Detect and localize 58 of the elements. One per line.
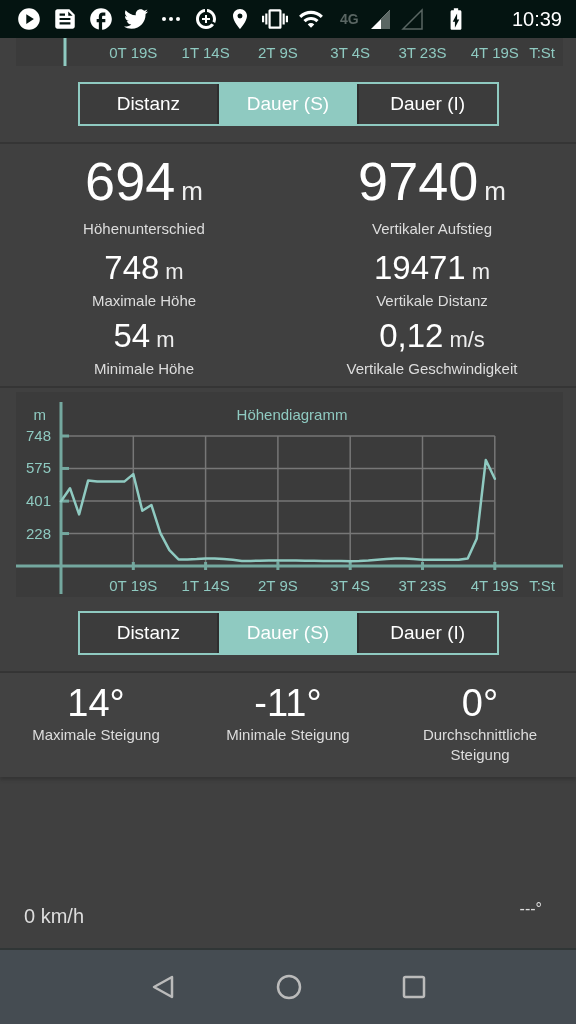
slope-value: -11° <box>254 681 322 725</box>
tab[interactable]: Distanz <box>79 613 220 653</box>
play-icon <box>16 6 42 32</box>
slope-label: Maximale Steigung <box>31 725 161 745</box>
x-tick-label: 3T 23S <box>398 44 447 61</box>
x-tick-label: 2T 9S <box>258 44 298 61</box>
y-tick-label: 575 <box>25 459 51 477</box>
data-saver-icon <box>194 7 218 31</box>
stat-value: 748 m <box>104 248 184 288</box>
clock: 10:39 <box>511 7 562 31</box>
stat-label: Maximale Höhe <box>91 292 197 310</box>
slope-value: 14° <box>67 681 125 725</box>
x-tick-label: 0T 19S <box>109 577 158 594</box>
stat-value: 9740 m <box>358 152 506 213</box>
signal-icon <box>400 8 423 30</box>
x-tick-label: 0T 19S <box>109 44 158 61</box>
axis-line <box>63 38 67 66</box>
home-icon[interactable] <box>276 974 302 1000</box>
message-icon <box>52 6 78 32</box>
stat-label: Vertikale Distanz <box>376 292 488 310</box>
network-type: 4G <box>340 11 359 27</box>
facebook-icon <box>88 6 114 32</box>
twitter-icon <box>124 7 148 31</box>
stat-value: 694 m <box>85 152 203 213</box>
y-tick-label: 228 <box>25 524 51 542</box>
stat-label: Vertikaler Aufstieg <box>371 220 493 238</box>
tab[interactable]: Dauer (I) <box>358 613 497 653</box>
stat-value: 54 m <box>113 316 175 356</box>
slope-label: Minimale Steigung <box>225 725 351 745</box>
stat-value: 19471 m <box>373 248 491 288</box>
chart-title: Höhendiagramm <box>236 406 348 423</box>
axis-label: T:St <box>529 577 555 594</box>
tab[interactable]: Dauer (I) <box>358 84 497 124</box>
stat-label: Vertikale Geschwindigkeit <box>346 360 518 378</box>
back-icon[interactable] <box>150 974 176 1000</box>
x-tick-label: 1T 14S <box>181 44 230 61</box>
axis-label: m <box>33 406 46 423</box>
heading-readout: ---° <box>519 900 542 918</box>
tab[interactable]: Distanz <box>79 84 220 124</box>
x-tick-label: 2T 9S <box>258 577 298 594</box>
slope-value: 0° <box>461 681 499 725</box>
x-tick-label: 3T 4S <box>330 44 371 61</box>
speed-readout: 0 km/h <box>24 904 85 928</box>
recents-icon[interactable] <box>402 975 426 999</box>
y-tick-label: 401 <box>25 492 51 510</box>
x-tick-label: 3T 23S <box>398 577 447 594</box>
x-tick-label: 4T 19S <box>470 577 519 594</box>
more-icon <box>162 17 180 21</box>
stat-label: Höhenunterschied <box>83 220 205 238</box>
stat-value: 0,12 m/s <box>379 316 485 356</box>
axis-label: T:St <box>529 44 555 61</box>
x-tick-label: 3T 4S <box>330 577 371 594</box>
vibrate-icon <box>262 6 288 32</box>
x-tick-label: 1T 14S <box>181 577 230 594</box>
x-tick-label: 4T 19S <box>470 44 519 61</box>
slope-label: Durchschnittliche Steigung <box>421 725 539 765</box>
y-tick-label: 748 <box>25 427 51 444</box>
stat-label: Minimale Höhe <box>93 360 194 378</box>
